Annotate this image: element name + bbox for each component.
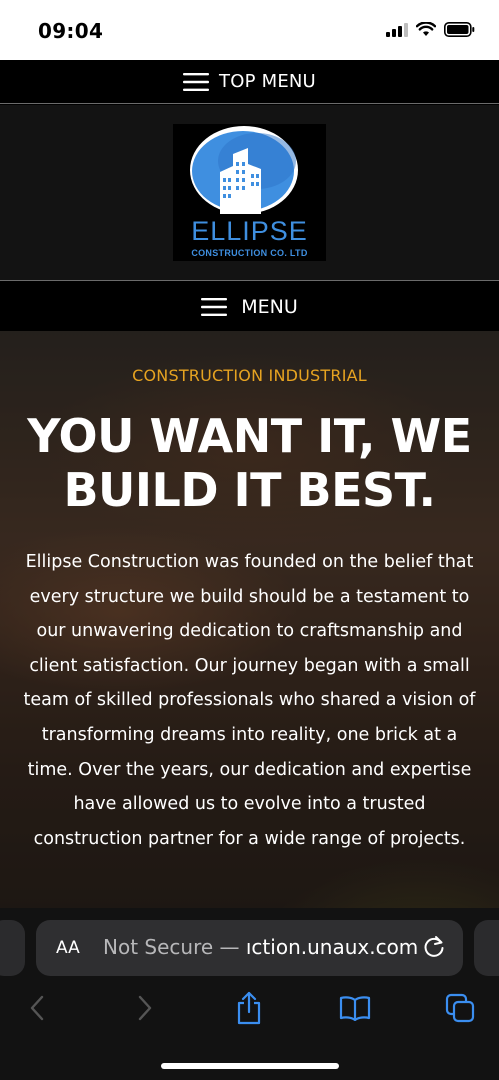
text-size-button[interactable]: AA [56,938,80,958]
previous-tab-preview[interactable] [0,920,25,976]
chevron-left-icon [30,995,44,1021]
hero-title: YOU WANT IT, WE BUILD IT BEST. [0,409,499,517]
bookmarks-button[interactable] [335,988,375,1028]
logo-name: ELLIPSE [191,216,308,246]
hamburger-icon [201,297,228,316]
hero-body-text: Ellipse Construction was founded on the … [23,552,476,849]
home-indicator [161,1063,339,1069]
browser-bottom-bar: AA Not Secure — ıction.unaux.com [0,908,499,1080]
top-menu-toggle[interactable]: TOP MENU [0,60,499,104]
reload-icon[interactable] [421,934,447,960]
wifi-icon [416,22,436,36]
ellipse-building-logo-icon [190,126,298,214]
site-header: ELLIPSE CONSTRUCTION CO. LTD [0,105,499,281]
hero-eyebrow: CONSTRUCTION INDUSTRIAL [132,366,367,385]
status-time: 09:04 [38,19,104,43]
tabs-icon [445,993,475,1023]
share-button[interactable] [229,988,269,1028]
logo-subtitle: CONSTRUCTION CO. LTD [191,248,308,258]
tabs-button[interactable] [440,988,480,1028]
next-tab-preview[interactable] [474,920,499,976]
status-icons [386,22,475,37]
share-icon [237,991,261,1025]
url-text[interactable]: Not Secure — ıction.unaux.com [103,935,418,959]
top-menu-label: TOP MENU [219,71,316,92]
main-menu-label: MENU [241,295,298,318]
back-button[interactable] [17,988,57,1028]
browser-toolbar [0,988,499,1034]
hero-title-line-2: BUILD IT BEST. [63,463,436,517]
site-logo[interactable]: ELLIPSE CONSTRUCTION CO. LTD [173,124,326,261]
chevron-right-icon [138,995,152,1021]
battery-icon [444,22,475,37]
address-bar[interactable]: AA Not Secure — ıction.unaux.com [36,920,463,976]
security-label: Not Secure — [103,935,240,959]
hero-section: CONSTRUCTION INDUSTRIAL YOU WANT IT, WE … [0,331,499,931]
hero-title-line-1: YOU WANT IT, WE [27,409,472,463]
hamburger-icon [183,72,210,91]
main-menu-toggle[interactable]: MENU [0,282,499,331]
book-icon [339,996,371,1021]
cellular-signal-icon [386,22,408,37]
status-bar: 09:04 [0,0,499,60]
forward-button[interactable] [125,988,165,1028]
url-host: ıction.unaux.com [245,935,419,959]
